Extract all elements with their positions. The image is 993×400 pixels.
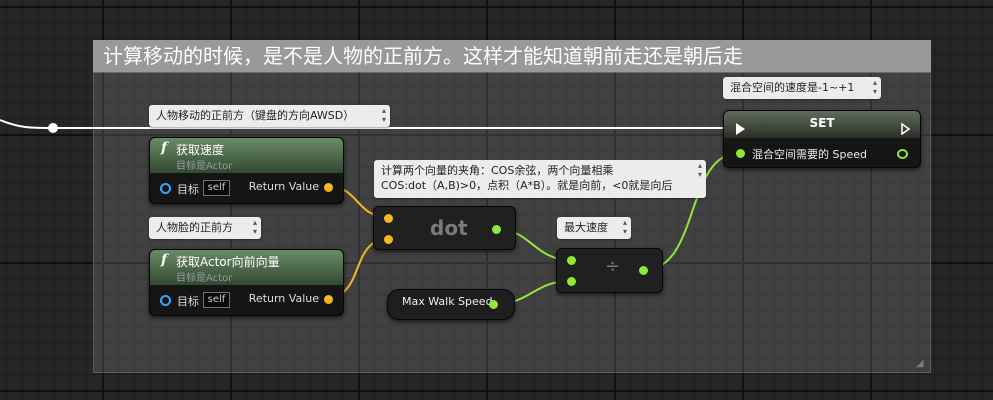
max-speed-bubble: 最大速度 ▴ ▾ xyxy=(557,217,631,239)
set-title: SET xyxy=(809,116,835,130)
exec-in-icon[interactable] xyxy=(736,123,745,135)
reroute-node xyxy=(48,123,58,133)
divide-output-pin[interactable] xyxy=(639,266,648,275)
forward-move-text: 人物移动的正前方（键盘的方向AWSD） xyxy=(156,109,355,122)
divide-input-a-pin[interactable] xyxy=(567,256,576,265)
node-title: 获取Actor向前向量 xyxy=(176,255,280,269)
dot-output-pin[interactable] xyxy=(492,225,501,234)
dot-input-b-pin[interactable] xyxy=(384,235,393,244)
return-value-pin[interactable] xyxy=(324,295,333,304)
node-subtitle: 目标是Actor xyxy=(176,273,233,284)
dot-angle-text-1: 计算两个向量的夹角：COS余弦，两个向量相乘 xyxy=(381,164,614,177)
dot-angle-text-2: COS:dot（A,B)>0，点积（A*B）。就是向前，<0就是向后 xyxy=(381,179,673,192)
return-value-pin[interactable] xyxy=(324,183,333,192)
max-walk-speed-pin[interactable] xyxy=(489,300,498,309)
target-pin-icon[interactable] xyxy=(160,295,171,306)
return-value-label: Return Value xyxy=(248,180,319,193)
dot-input-a-pin[interactable] xyxy=(384,214,393,223)
divide-label: ÷ xyxy=(605,256,621,277)
self-field[interactable]: self xyxy=(203,180,230,196)
node-subtitle: 目标是Actor xyxy=(176,161,233,172)
speed-output-pin[interactable] xyxy=(897,149,908,159)
get-velocity-node[interactable]: f 获取速度 目标是Actor 目标 self Return Value xyxy=(149,137,344,204)
max-speed-text: 最大速度 xyxy=(564,221,608,234)
forward-move-bubble: 人物移动的正前方（键盘的方向AWSD） ▴ ▾ xyxy=(149,105,390,127)
face-forward-bubble: 人物脸的正前方 ▴ ▾ xyxy=(149,217,261,239)
bubble-toggle-icon[interactable]: ▴ ▾ xyxy=(873,78,877,96)
bubble-toggle-icon[interactable]: ▴ ▾ xyxy=(253,218,257,236)
divide-input-b-pin[interactable] xyxy=(567,277,576,286)
target-pin-icon[interactable] xyxy=(160,183,171,194)
speed-input-pin[interactable] xyxy=(736,149,745,158)
function-icon: f xyxy=(161,252,168,268)
dot-label: dot xyxy=(430,216,468,240)
set-node[interactable]: SET 混合空间需要的 Speed xyxy=(723,110,921,168)
target-label: 目标 xyxy=(177,295,199,308)
face-forward-text: 人物脸的正前方 xyxy=(156,221,233,234)
exec-out-icon[interactable] xyxy=(901,123,910,135)
bubble-toggle-icon[interactable]: ▴ ▾ xyxy=(698,161,702,179)
blend-speed-text: 混合空间的速度是-1~+1 xyxy=(730,81,855,94)
return-value-label: Return Value xyxy=(248,292,319,305)
max-walk-speed-label: Max Walk Speed xyxy=(402,295,493,308)
node-title: 获取速度 xyxy=(176,143,225,157)
target-label: 目标 xyxy=(177,183,199,196)
function-icon: f xyxy=(161,140,168,156)
bubble-toggle-icon[interactable]: ▴ ▾ xyxy=(623,218,627,236)
speed-var-label: 混合空间需要的 Speed xyxy=(752,148,867,161)
bubble-toggle-icon[interactable]: ▴ ▾ xyxy=(382,106,386,124)
blend-speed-bubble: 混合空间的速度是-1~+1 ▴ ▾ xyxy=(723,77,881,99)
max-walk-speed-node[interactable]: Max Walk Speed xyxy=(387,289,515,320)
self-field[interactable]: self xyxy=(203,292,230,308)
divide-node[interactable]: ÷ xyxy=(556,248,663,293)
get-forward-vector-node[interactable]: f 获取Actor向前向量 目标是Actor 目标 self Return Va… xyxy=(149,249,344,316)
dot-angle-bubble: 计算两个向量的夹角：COS余弦，两个向量相乘 COS:dot（A,B)>0，点积… xyxy=(374,160,706,198)
dot-product-node[interactable]: dot xyxy=(373,206,516,250)
